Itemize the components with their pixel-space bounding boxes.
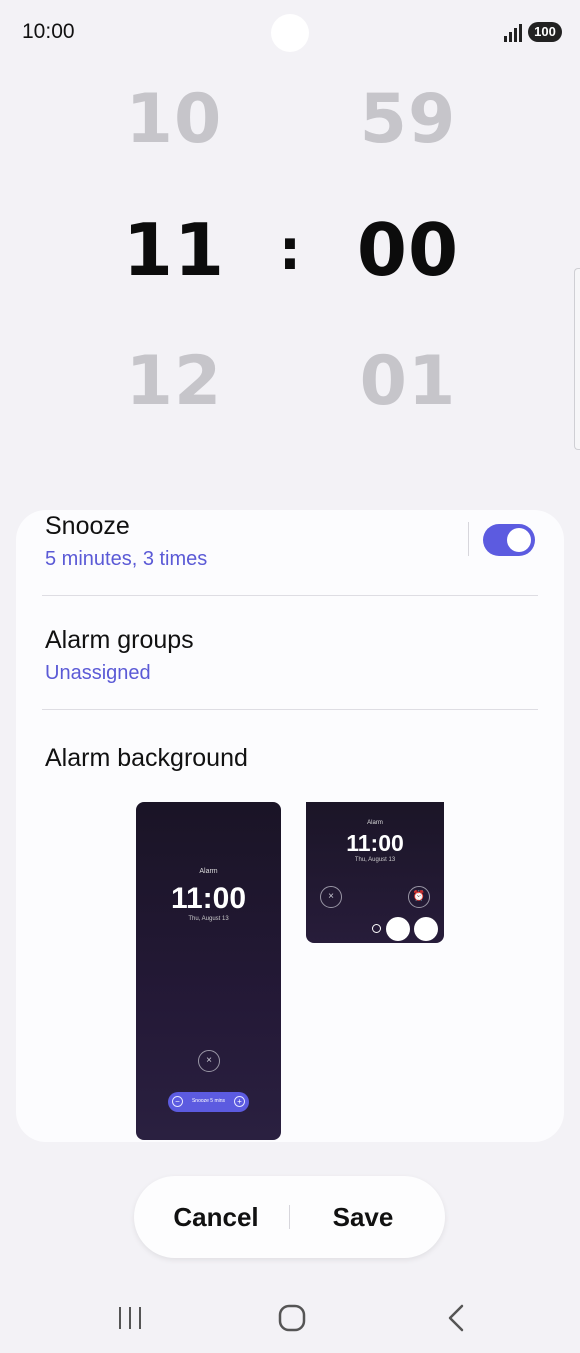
divider	[42, 709, 538, 710]
close-icon: ×	[198, 1050, 220, 1072]
signal-bars-icon	[504, 24, 522, 42]
minute-next[interactable]: 01	[308, 342, 508, 421]
hour-prev[interactable]: 10	[74, 80, 274, 159]
alarm-groups-subtitle: Unassigned	[45, 662, 151, 684]
preview-time: 11:00	[346, 830, 404, 856]
circle-button-icon	[414, 917, 438, 941]
alarm-background-preview-main[interactable]: Alarm 11:00 Thu, August 13 × − Snooze 5 …	[136, 802, 281, 1140]
home-icon[interactable]	[262, 1298, 322, 1338]
plus-icon: +	[234, 1096, 245, 1107]
minute-selected[interactable]: 00	[308, 208, 508, 292]
alarm-clock-icon: ⏰	[408, 886, 430, 908]
recents-icon[interactable]	[100, 1298, 160, 1338]
snooze-title: Snooze	[45, 512, 130, 540]
time-separator: :	[278, 218, 302, 283]
save-button[interactable]: Save	[290, 1176, 436, 1258]
scroll-handle[interactable]	[574, 268, 580, 450]
hour-selected[interactable]: 11	[74, 208, 274, 292]
snooze-toggle[interactable]	[483, 524, 535, 556]
preview-date: Thu, August 13	[354, 857, 396, 863]
row-separator	[468, 522, 469, 556]
time-picker[interactable]: 10 11 12 : 59 00 01	[0, 60, 580, 500]
preview-label: Alarm	[199, 868, 218, 875]
toggle-knob	[507, 528, 531, 552]
preview-label: Alarm	[367, 820, 383, 826]
alarm-groups-title: Alarm groups	[45, 626, 194, 654]
snooze-subtitle: 5 minutes, 3 times	[45, 548, 208, 570]
status-bar: 10:00 100	[0, 0, 580, 64]
divider	[42, 595, 538, 596]
status-time: 10:00	[22, 20, 75, 43]
camera-cutout	[271, 14, 309, 52]
preview-date: Thu, August 13	[188, 916, 229, 922]
page-dot-icon	[372, 924, 381, 933]
alarm-background-title: Alarm background	[45, 744, 248, 772]
battery-indicator: 100	[528, 22, 562, 42]
hour-next[interactable]: 12	[74, 342, 274, 421]
action-bar: Cancel Save	[134, 1176, 445, 1258]
preview-time: 11:00	[170, 882, 247, 915]
alarm-background-preview-cover[interactable]: Alarm 11:00 Thu, August 13 × ⏰	[306, 802, 444, 943]
circle-button-icon	[386, 917, 410, 941]
cancel-button[interactable]: Cancel	[144, 1176, 288, 1258]
navigation-bar	[0, 1280, 580, 1353]
minute-prev[interactable]: 59	[308, 80, 508, 159]
snooze-pill: − Snooze 5 mins +	[168, 1092, 249, 1112]
back-icon[interactable]	[425, 1298, 485, 1338]
alarm-settings-card: Snooze 5 minutes, 3 times Alarm groups U…	[16, 510, 564, 1142]
close-icon: ×	[320, 886, 342, 908]
